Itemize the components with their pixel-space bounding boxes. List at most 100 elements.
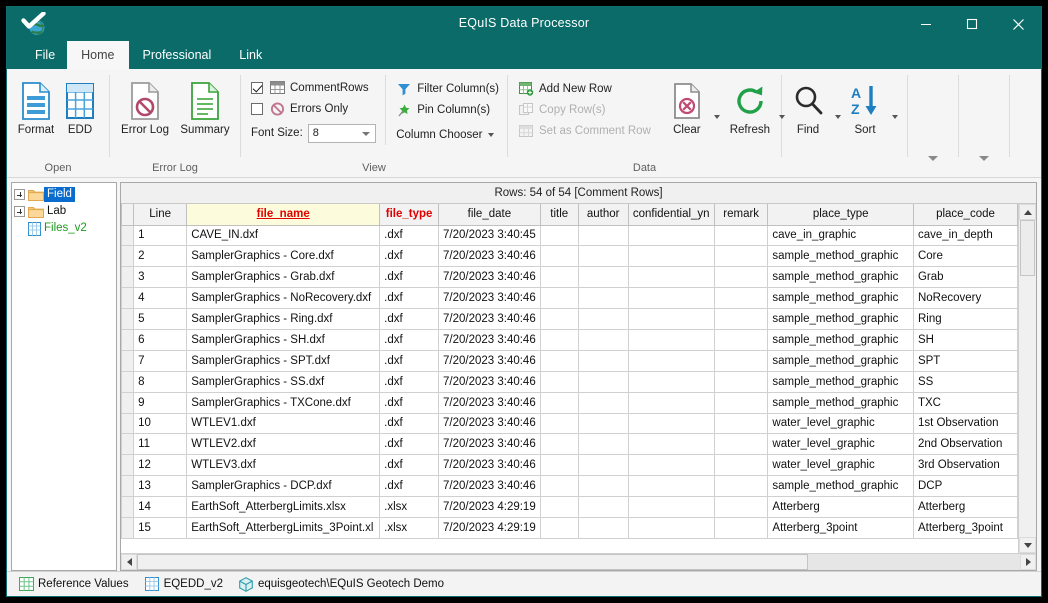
cell-author[interactable]: [578, 267, 628, 288]
table-row[interactable]: 15EarthSoft_AtterbergLimits_3Point.xl.xl…: [122, 517, 1018, 538]
horizontal-scrollbar[interactable]: [121, 553, 1036, 570]
cell-file_name[interactable]: WTLEV1.dxf: [187, 413, 380, 434]
cell-author[interactable]: [578, 246, 628, 267]
cell-confidential_yn[interactable]: [628, 476, 714, 497]
cell-title[interactable]: [540, 413, 578, 434]
cell-line[interactable]: 13: [134, 476, 187, 497]
cell-file_date[interactable]: 7/20/2023 4:29:19: [439, 497, 541, 518]
cell-title[interactable]: [540, 350, 578, 371]
cell-place_code[interactable]: TXC: [913, 392, 1017, 413]
grid-column-header-remark[interactable]: remark: [714, 204, 767, 225]
cell-file_type[interactable]: .xlsx: [380, 497, 439, 518]
cell-title[interactable]: [540, 309, 578, 330]
cell-place_type[interactable]: sample_method_graphic: [768, 246, 914, 267]
cell-confidential_yn[interactable]: [628, 371, 714, 392]
cell-file_name[interactable]: EarthSoft_AtterbergLimits_3Point.xl: [187, 517, 380, 538]
cell-file_date[interactable]: 7/20/2023 3:40:46: [439, 434, 541, 455]
ribbon-group-collapsed-2[interactable]: [959, 69, 1009, 177]
cell-file_date[interactable]: 7/20/2023 3:40:46: [439, 413, 541, 434]
cell-place_code[interactable]: Grab: [913, 267, 1017, 288]
cell-place_code[interactable]: Atterberg_3point: [913, 517, 1017, 538]
cell-file_date[interactable]: 7/20/2023 3:40:46: [439, 246, 541, 267]
table-row[interactable]: 10WTLEV1.dxf.dxf7/20/2023 3:40:46water_l…: [122, 413, 1018, 434]
cell-line[interactable]: 8: [134, 371, 187, 392]
cell-file_name[interactable]: SamplerGraphics - Grab.dxf: [187, 267, 380, 288]
cell-remark[interactable]: [714, 476, 767, 497]
table-row[interactable]: 14EarthSoft_AtterbergLimits.xlsx.xlsx7/2…: [122, 497, 1018, 518]
cell-file_name[interactable]: SamplerGraphics - Ring.dxf: [187, 309, 380, 330]
grid-column-header-file_name[interactable]: file_name: [187, 204, 380, 225]
status-item-reference-values[interactable]: Reference Values: [13, 572, 139, 596]
cell-author[interactable]: [578, 225, 628, 246]
expand-icon[interactable]: [14, 206, 25, 217]
cell-confidential_yn[interactable]: [628, 246, 714, 267]
cell-remark[interactable]: [714, 350, 767, 371]
cell-file_date[interactable]: 7/20/2023 3:40:45: [439, 225, 541, 246]
cell-line[interactable]: 12: [134, 455, 187, 476]
cell-author[interactable]: [578, 350, 628, 371]
cell-file_type[interactable]: .dxf: [380, 350, 439, 371]
cell-title[interactable]: [540, 225, 578, 246]
cell-remark[interactable]: [714, 329, 767, 350]
cell-place_type[interactable]: Atterberg: [768, 497, 914, 518]
cell-confidential_yn[interactable]: [628, 497, 714, 518]
cell-place_type[interactable]: sample_method_graphic: [768, 267, 914, 288]
cell-remark[interactable]: [714, 246, 767, 267]
cell-confidential_yn[interactable]: [628, 309, 714, 330]
cell-place_type[interactable]: water_level_graphic: [768, 455, 914, 476]
cell-confidential_yn[interactable]: [628, 434, 714, 455]
cell-place_code[interactable]: 2nd Observation: [913, 434, 1017, 455]
font-size-combobox[interactable]: 8: [308, 124, 376, 143]
chevron-down-icon[interactable]: [892, 115, 898, 119]
horizontal-scroll-thumb[interactable]: [137, 554, 808, 570]
cell-remark[interactable]: [714, 288, 767, 309]
row-selector-cell[interactable]: [122, 434, 134, 455]
cell-remark[interactable]: [714, 309, 767, 330]
table-row[interactable]: 7SamplerGraphics - SPT.dxf.dxf7/20/2023 …: [122, 350, 1018, 371]
cell-confidential_yn[interactable]: [628, 329, 714, 350]
chevron-down-icon[interactable]: [362, 132, 370, 136]
cell-file_name[interactable]: EarthSoft_AtterbergLimits.xlsx: [187, 497, 380, 518]
cell-file_type[interactable]: .dxf: [380, 309, 439, 330]
data-grid[interactable]: Linefile_namefile_typefile_datetitleauth…: [121, 204, 1018, 539]
chevron-down-icon[interactable]: [835, 115, 841, 119]
vertical-scroll-track[interactable]: [1019, 220, 1036, 537]
scroll-left-arrow-icon[interactable]: [121, 554, 137, 570]
cell-line[interactable]: 2: [134, 246, 187, 267]
refresh-button[interactable]: Refresh: [726, 75, 774, 137]
cell-file_name[interactable]: SamplerGraphics - DCP.dxf: [187, 476, 380, 497]
scroll-up-arrow-icon[interactable]: [1019, 204, 1036, 220]
cell-author[interactable]: [578, 517, 628, 538]
table-row[interactable]: 6SamplerGraphics - SH.dxf.dxf7/20/2023 3…: [122, 329, 1018, 350]
table-row[interactable]: 12WTLEV3.dxf.dxf7/20/2023 3:40:46water_l…: [122, 455, 1018, 476]
tree-node-lab[interactable]: Lab: [14, 203, 116, 220]
cell-file_name[interactable]: SamplerGraphics - TXCone.dxf: [187, 392, 380, 413]
row-selector-cell[interactable]: [122, 497, 134, 518]
cell-place_code[interactable]: SH: [913, 329, 1017, 350]
errors-only-checkbox[interactable]: [251, 103, 263, 115]
summary-button[interactable]: Summary: [178, 75, 232, 137]
tab-file[interactable]: File: [23, 41, 67, 69]
cell-file_name[interactable]: SamplerGraphics - Core.dxf: [187, 246, 380, 267]
cell-line[interactable]: 9: [134, 392, 187, 413]
error-log-button[interactable]: Error Log: [118, 75, 172, 137]
cell-line[interactable]: 1: [134, 225, 187, 246]
cell-author[interactable]: [578, 455, 628, 476]
sort-dropdown-button[interactable]: [887, 75, 898, 133]
cell-place_code[interactable]: 3rd Observation: [913, 455, 1017, 476]
cell-remark[interactable]: [714, 413, 767, 434]
horizontal-scroll-track[interactable]: [137, 554, 1020, 570]
grid-column-header-file_type[interactable]: file_type: [380, 204, 439, 225]
row-selector-cell[interactable]: [122, 350, 134, 371]
cell-author[interactable]: [578, 392, 628, 413]
scroll-right-arrow-icon[interactable]: [1020, 554, 1036, 570]
comment-rows-checkbox-row[interactable]: CommentRows: [251, 77, 383, 98]
expand-icon[interactable]: [14, 189, 25, 200]
chevron-down-icon[interactable]: [967, 75, 1001, 165]
cell-remark[interactable]: [714, 225, 767, 246]
cell-title[interactable]: [540, 497, 578, 518]
cell-file_type[interactable]: .dxf: [380, 392, 439, 413]
table-row[interactable]: 4SamplerGraphics - NoRecovery.dxf.dxf7/2…: [122, 288, 1018, 309]
cell-remark[interactable]: [714, 434, 767, 455]
cell-title[interactable]: [540, 288, 578, 309]
